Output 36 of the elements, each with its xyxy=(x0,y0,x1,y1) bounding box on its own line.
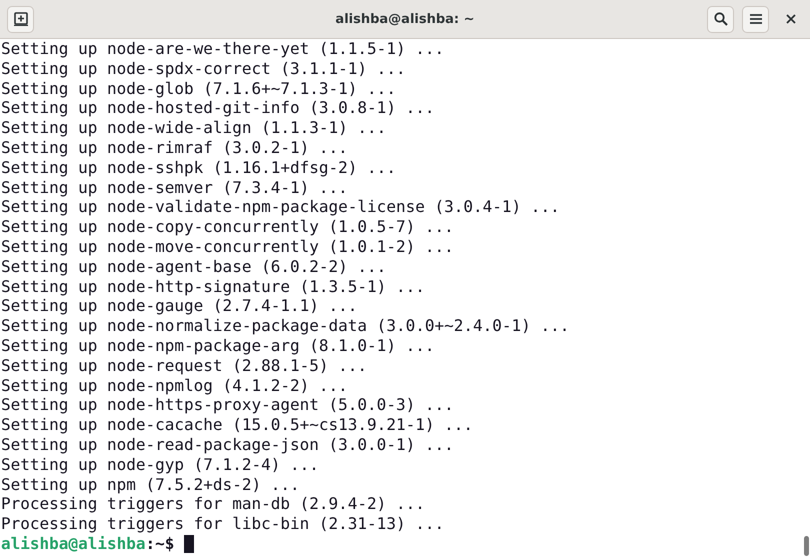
output-line: Setting up node-hosted-git-info (3.0.8-1) ... xyxy=(1,98,436,118)
output-line: Setting up node-cacache (15.0.5+~cs13.9.21-1) ... xyxy=(1,415,474,435)
output-line: Setting up node-validate-npm-package-license (3.0.4-1) ... xyxy=(1,197,561,218)
output-line: Setting up node-agent-base (6.0.2-2) ... xyxy=(1,256,388,277)
prompt-path: :~$ xyxy=(146,534,174,554)
output-line: Setting up node-normalize-package-data (3.0.0+~2.4.0-1) ... xyxy=(1,316,570,336)
output-line: Setting up node-wide-align (1.1.3-1) ... xyxy=(1,118,388,138)
output-line: Setting up node-are-we-there-yet (1.1.5-1) ... xyxy=(1,39,446,59)
output-line: Setting up node-copy-concurrently (1.0.5-7) ... xyxy=(1,217,455,237)
menu-button[interactable] xyxy=(742,6,769,32)
new-tab-button[interactable] xyxy=(7,6,34,32)
output-line: Setting up node-npm-package-arg (8.1.0-1) ... xyxy=(1,336,436,356)
output-line: Setting up node-request (2.88.1-5) ... xyxy=(1,356,368,376)
search-icon xyxy=(714,12,728,26)
output-line: Processing triggers for man-db (2.9.4-2) ... xyxy=(1,494,426,514)
search-button[interactable] xyxy=(707,6,734,32)
output-line: Setting up node-gauge (2.7.4-1.1) ... xyxy=(1,296,358,316)
output-line: Setting up node-move-concurrently (1.0.1-2) ... xyxy=(1,236,455,257)
output-line: Setting up node-npmlog (4.1.2-2) ... xyxy=(1,376,349,396)
output-line: Setting up node-gyp (7.1.2-4) ... xyxy=(1,454,320,475)
output-line: Setting up node-spdx-correct (3.1.1-1) ... xyxy=(1,58,407,79)
output-line: Setting up npm (7.5.2+ds-2) ... xyxy=(1,474,301,494)
output-line: Setting up node-semver (7.3.4-1) ... xyxy=(1,178,349,198)
menu-icon xyxy=(750,13,762,25)
output-line: Setting up node-rimraf (3.0.2-1) ... xyxy=(1,138,349,158)
output-line: Processing triggers for libc-bin (2.31-13) ... xyxy=(1,514,446,534)
output-line: Setting up node-glob (7.1.6+~7.1.3-1) ... xyxy=(1,78,397,98)
new-tab-icon xyxy=(14,12,28,26)
output-line: Setting up node-sshpk (1.16.1+dfsg-2) ... xyxy=(1,158,397,178)
output-line: Setting up node-https-proxy-agent (5.0.0-3) ... xyxy=(1,395,455,416)
window-title: alishba@alishba: ~ xyxy=(334,12,476,26)
prompt-user-host: alishba@alishba xyxy=(1,534,146,554)
text-cursor xyxy=(184,534,194,553)
close-icon xyxy=(786,14,796,24)
output-line: Setting up node-read-package-json (3.0.0-1) ... xyxy=(1,434,455,455)
output-line: Setting up node-http-signature (1.3.5-1) ... xyxy=(1,276,426,296)
